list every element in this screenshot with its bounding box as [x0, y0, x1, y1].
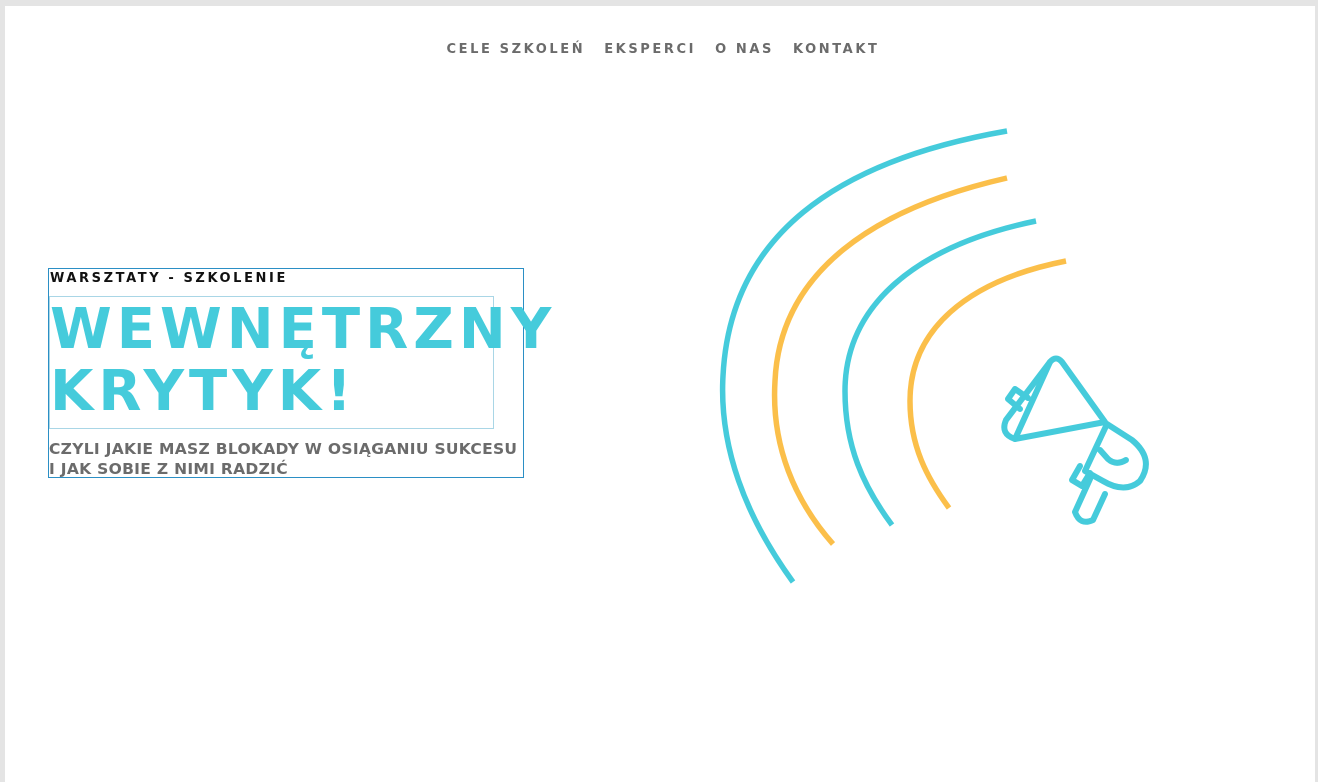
- hero-subtitle-line1: CZYLI JAKIE MASZ BLOKADY W OSIĄGANIU SUK…: [49, 440, 518, 458]
- hero-title-line2: KRYTYK!: [50, 359, 357, 424]
- nav-item-eksperci[interactable]: EKSPERCI: [604, 42, 696, 57]
- sound-wave-third: [842, 218, 1037, 527]
- megaphone-illustration: [719, 128, 1149, 584]
- nav-item-o-nas[interactable]: O NAS: [715, 42, 774, 57]
- sound-wave-outer: [719, 128, 1008, 584]
- hero-subtitle-line2: I JAK SOBIE Z NIMI RADZIĆ: [49, 460, 288, 478]
- nav-item-kontakt[interactable]: KONTAKT: [793, 42, 879, 57]
- sound-wave-second: [771, 175, 1008, 546]
- hero-eyebrow: WARSZTATY - SZKOLENIE: [50, 271, 288, 286]
- main-nav: CELE SZKOLEŃ EKSPERCI O NAS KONTAKT: [5, 42, 1315, 57]
- hero-subtitle: CZYLI JAKIE MASZ BLOKADY W OSIĄGANIU SUK…: [49, 439, 529, 479]
- sound-waves: [719, 128, 1067, 584]
- hero-title-box: WEWNĘTRZNY KRYTYK!: [49, 296, 551, 429]
- megaphone-icon: [1001, 355, 1149, 525]
- page: CELE SZKOLEŃ EKSPERCI O NAS KONTAKT WARS…: [5, 6, 1315, 782]
- hero-title-line1: WEWNĘTRZNY: [50, 297, 557, 362]
- hero-section: WARSZTATY - SZKOLENIE WEWNĘTRZNY KRYTYK!…: [48, 268, 551, 478]
- nav-item-cele-szkolen[interactable]: CELE SZKOLEŃ: [447, 42, 586, 57]
- hero-title: WEWNĘTRZNY KRYTYK!: [50, 299, 551, 424]
